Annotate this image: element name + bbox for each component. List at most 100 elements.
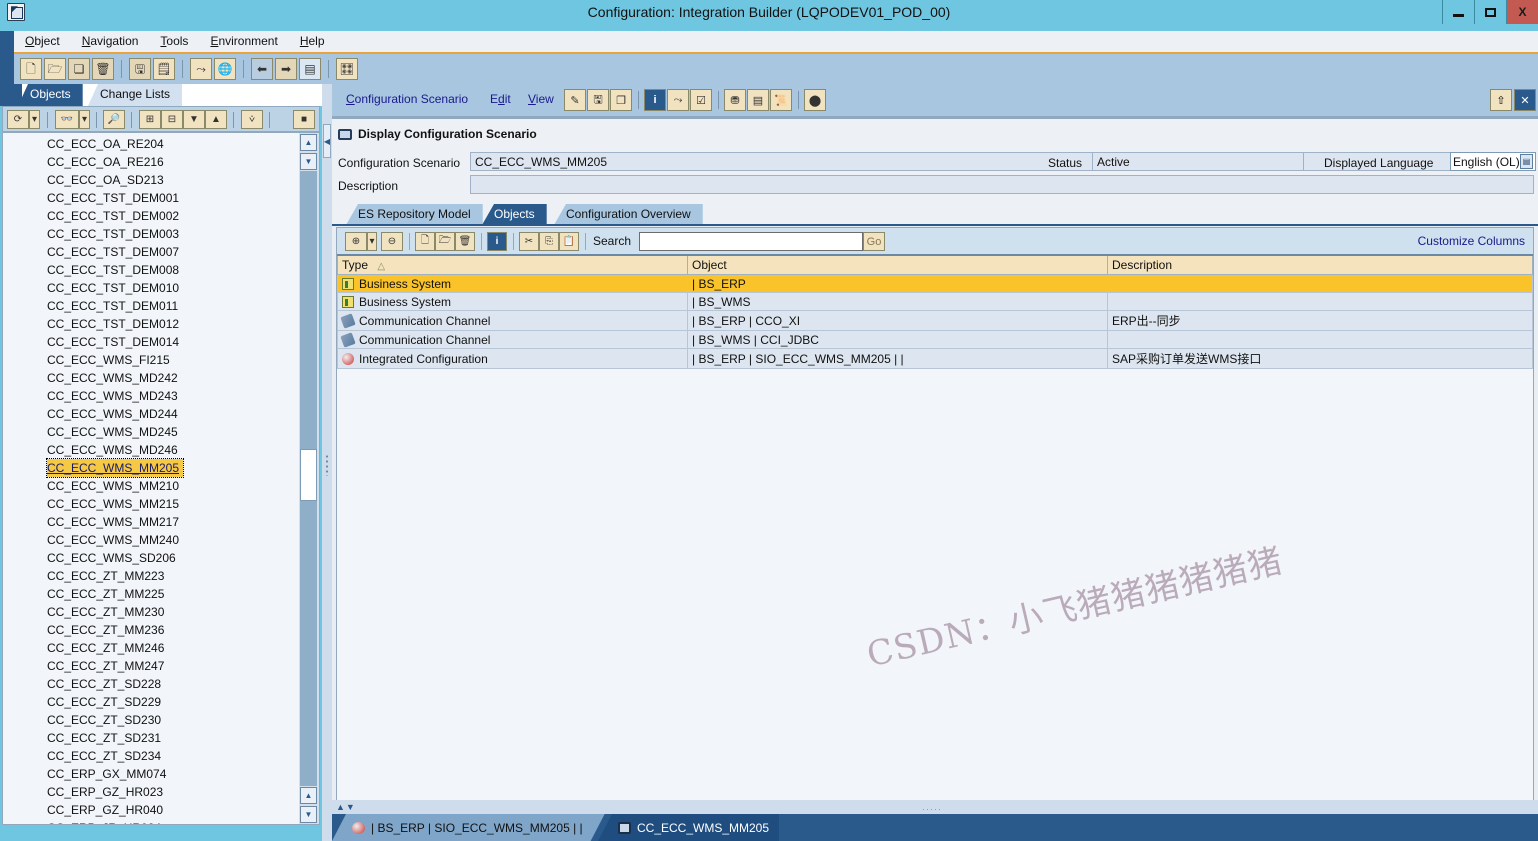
tree-item[interactable]: CC_ECC_TST_DEM003 [3,225,299,243]
activate-changelist-icon[interactable]: 🗒 [153,58,175,80]
tree-item[interactable]: CC_ECC_WMS_MD246 [3,441,299,459]
tree-item[interactable]: CC_ECC_ZT_MM223 [3,567,299,585]
column-header-description[interactable]: Description [1107,254,1533,275]
tab-objects-inner[interactable]: Objects [482,204,547,225]
list-view-icon[interactable]: ▤ [299,58,321,80]
tree-item[interactable]: CC_ERP_GX_MM074 [3,765,299,783]
tree-item[interactable]: CC_ECC_ZT_SD228 [3,675,299,693]
tree-item[interactable]: CC_ECC_WMS_MD245 [3,423,299,441]
search-input[interactable] [639,232,863,251]
tree-item[interactable]: CC_ECC_TST_DEM010 [3,279,299,297]
description-field-value[interactable] [470,175,1534,194]
menu-view[interactable]: View [528,92,554,106]
maximize-panel-icon[interactable]: ⇧ [1490,89,1512,111]
language-dropdown-icon[interactable]: ▤ [1520,154,1533,169]
close-panel-icon[interactable]: ✕ [1514,89,1536,111]
refresh-dropdown-icon[interactable]: ▾ [29,110,40,129]
menu-navigation[interactable]: Navigation [71,31,150,52]
language-selector[interactable]: English (OL) ▤ [1450,152,1536,171]
find-dropdown-icon[interactable]: ▾ [79,110,90,129]
tree-item[interactable]: CC_ECC_TST_DEM012 [3,315,299,333]
tree-item[interactable]: CC_ECC_WMS_MD244 [3,405,299,423]
tree-item[interactable]: CC_ERP_GZ_HR023 [3,783,299,801]
paste-icon[interactable]: 📋 [559,232,579,251]
table-row[interactable]: Business System | BS_WMS [337,292,1533,311]
column-header-object[interactable]: Object [687,254,1108,275]
tab-es-repository-model[interactable]: ES Repository Model [346,204,483,225]
menu-help[interactable]: Help [289,31,336,52]
tree-item[interactable]: CC_ECC_WMS_SD206 [3,549,299,567]
tree-item[interactable]: CC_ERP_GZ_HR040 [3,801,299,819]
tree-item[interactable]: CC_ECC_TST_DEM014 [3,333,299,351]
open-object-icon[interactable]: 🗁 [435,232,455,251]
tree-vertical-scrollbar[interactable]: ▲ ▼ ▲ ▼ [299,133,319,824]
tree-item[interactable]: CC_ECC_TST_DEM007 [3,243,299,261]
stop-icon[interactable]: ■ [293,110,315,129]
tree-item[interactable]: CC_ECC_WMS_MD243 [3,387,299,405]
tree-item[interactable]: CC_ECC_WMS_MM210 [3,477,299,495]
cache-notification-icon[interactable]: 🎛 [336,58,358,80]
add-object-dropdown-icon[interactable]: ▾ [367,232,377,251]
new-icon[interactable]: 🗋 [20,58,42,80]
tree-item[interactable]: CC_ERP_JR_HR024 [3,819,299,824]
tree-item[interactable]: CC_ECC_WMS_MM240 [3,531,299,549]
expand-all-icon[interactable]: ▼ [183,110,205,129]
scroll-up-icon[interactable]: ▲ [300,134,317,151]
where-used-list-icon[interactable]: ⤳ [667,89,689,111]
tree-item[interactable]: CC_ECC_WMS_MD242 [3,369,299,387]
tree-item[interactable]: CC_ECC_OA_RE204 [3,135,299,153]
documentation-icon[interactable]: ▤ [747,89,769,111]
copy-row-icon[interactable]: ⎘ [539,232,559,251]
tree-item[interactable]: CC_ECC_TST_DEM008 [3,261,299,279]
panel-splitter[interactable]: ◀ [322,84,332,841]
bottom-collapse-icons[interactable]: ▲▼ [336,802,356,812]
tree-item[interactable]: CC_ECC_ZT_MM246 [3,639,299,657]
forward-arrow-icon[interactable]: ➡ [275,58,297,80]
info-object-icon[interactable]: i [487,232,507,251]
table-row[interactable]: Business System | BS_ERP [337,274,1533,293]
close-button[interactable]: X [1506,0,1538,24]
distribute-icon[interactable]: ⤳ [190,58,212,80]
add-object-icon[interactable]: ⊕ [345,232,367,251]
delete-trash-icon[interactable]: 🗑 [92,58,114,80]
filter-icon[interactable]: ⩒ [241,110,263,129]
tab-objects[interactable]: Objects [18,84,83,106]
tree-item[interactable]: CC_ECC_ZT_MM236 [3,621,299,639]
menu-object[interactable]: OObjectbject [14,31,71,52]
table-row[interactable]: Communication Channel | BS_ERP | CCO_XI ER… [337,310,1533,331]
tree-item[interactable]: CC_ECC_ZT_MM247 [3,657,299,675]
scroll-thumb[interactable] [300,449,317,501]
tree-item[interactable]: CC_ECC_ZT_SD231 [3,729,299,747]
refresh-icon[interactable]: ⟳ [7,110,29,129]
tree-item[interactable]: CC_ECC_OA_SD213 [3,171,299,189]
cache-status-icon[interactable]: ⛃ [724,89,746,111]
maximize-button[interactable] [1474,0,1506,24]
back-arrow-icon[interactable]: ⬅ [251,58,273,80]
scroll-track[interactable] [300,171,317,786]
toggle-icon[interactable]: ⬤ [804,89,826,111]
delete-object-icon[interactable]: 🗑 [455,232,475,251]
tree-item[interactable]: CC_ECC_TST_DEM001 [3,189,299,207]
menu-configuration-scenario[interactable]: Configuration Scenario [346,92,468,106]
splitter-collapse-handle[interactable]: ◀ [323,124,331,158]
copy-object-icon[interactable]: ❐ [610,89,632,111]
tree-item[interactable]: CC_ECC_WMS_MM205 [3,458,299,478]
menu-tools[interactable]: Tools [149,31,199,52]
info-icon[interactable]: i [644,89,666,111]
menu-edit[interactable]: Edit [490,92,511,106]
scroll-down-icon-bottom[interactable]: ▼ [300,806,317,823]
table-row[interactable]: Communication Channel | BS_WMS | CCI_JDBC [337,330,1533,349]
bottom-tab-configuration-scenario[interactable]: CC_ECC_WMS_MM205 [598,814,780,841]
tree-item[interactable]: CC_ECC_TST_DEM002 [3,207,299,225]
tree-item[interactable]: CC_ECC_ZT_SD234 [3,747,299,765]
find-icon[interactable]: 👓 [55,110,79,129]
tab-change-lists[interactable]: Change Lists [88,84,183,106]
bottom-tab-integrated-configuration[interactable]: | BS_ERP | SIO_ECC_WMS_MM205 | | [332,814,605,841]
search-go-button[interactable]: Go [863,232,885,251]
edit-pencil-icon[interactable]: ✎ [564,89,586,111]
cut-icon[interactable]: ✂ [519,232,539,251]
tree-item[interactable]: CC_ECC_ZT_SD230 [3,711,299,729]
tree-item[interactable]: CC_ECC_ZT_MM225 [3,585,299,603]
save-all-icon[interactable]: 🖫 [129,58,151,80]
menu-environment[interactable]: Environment [199,31,288,52]
